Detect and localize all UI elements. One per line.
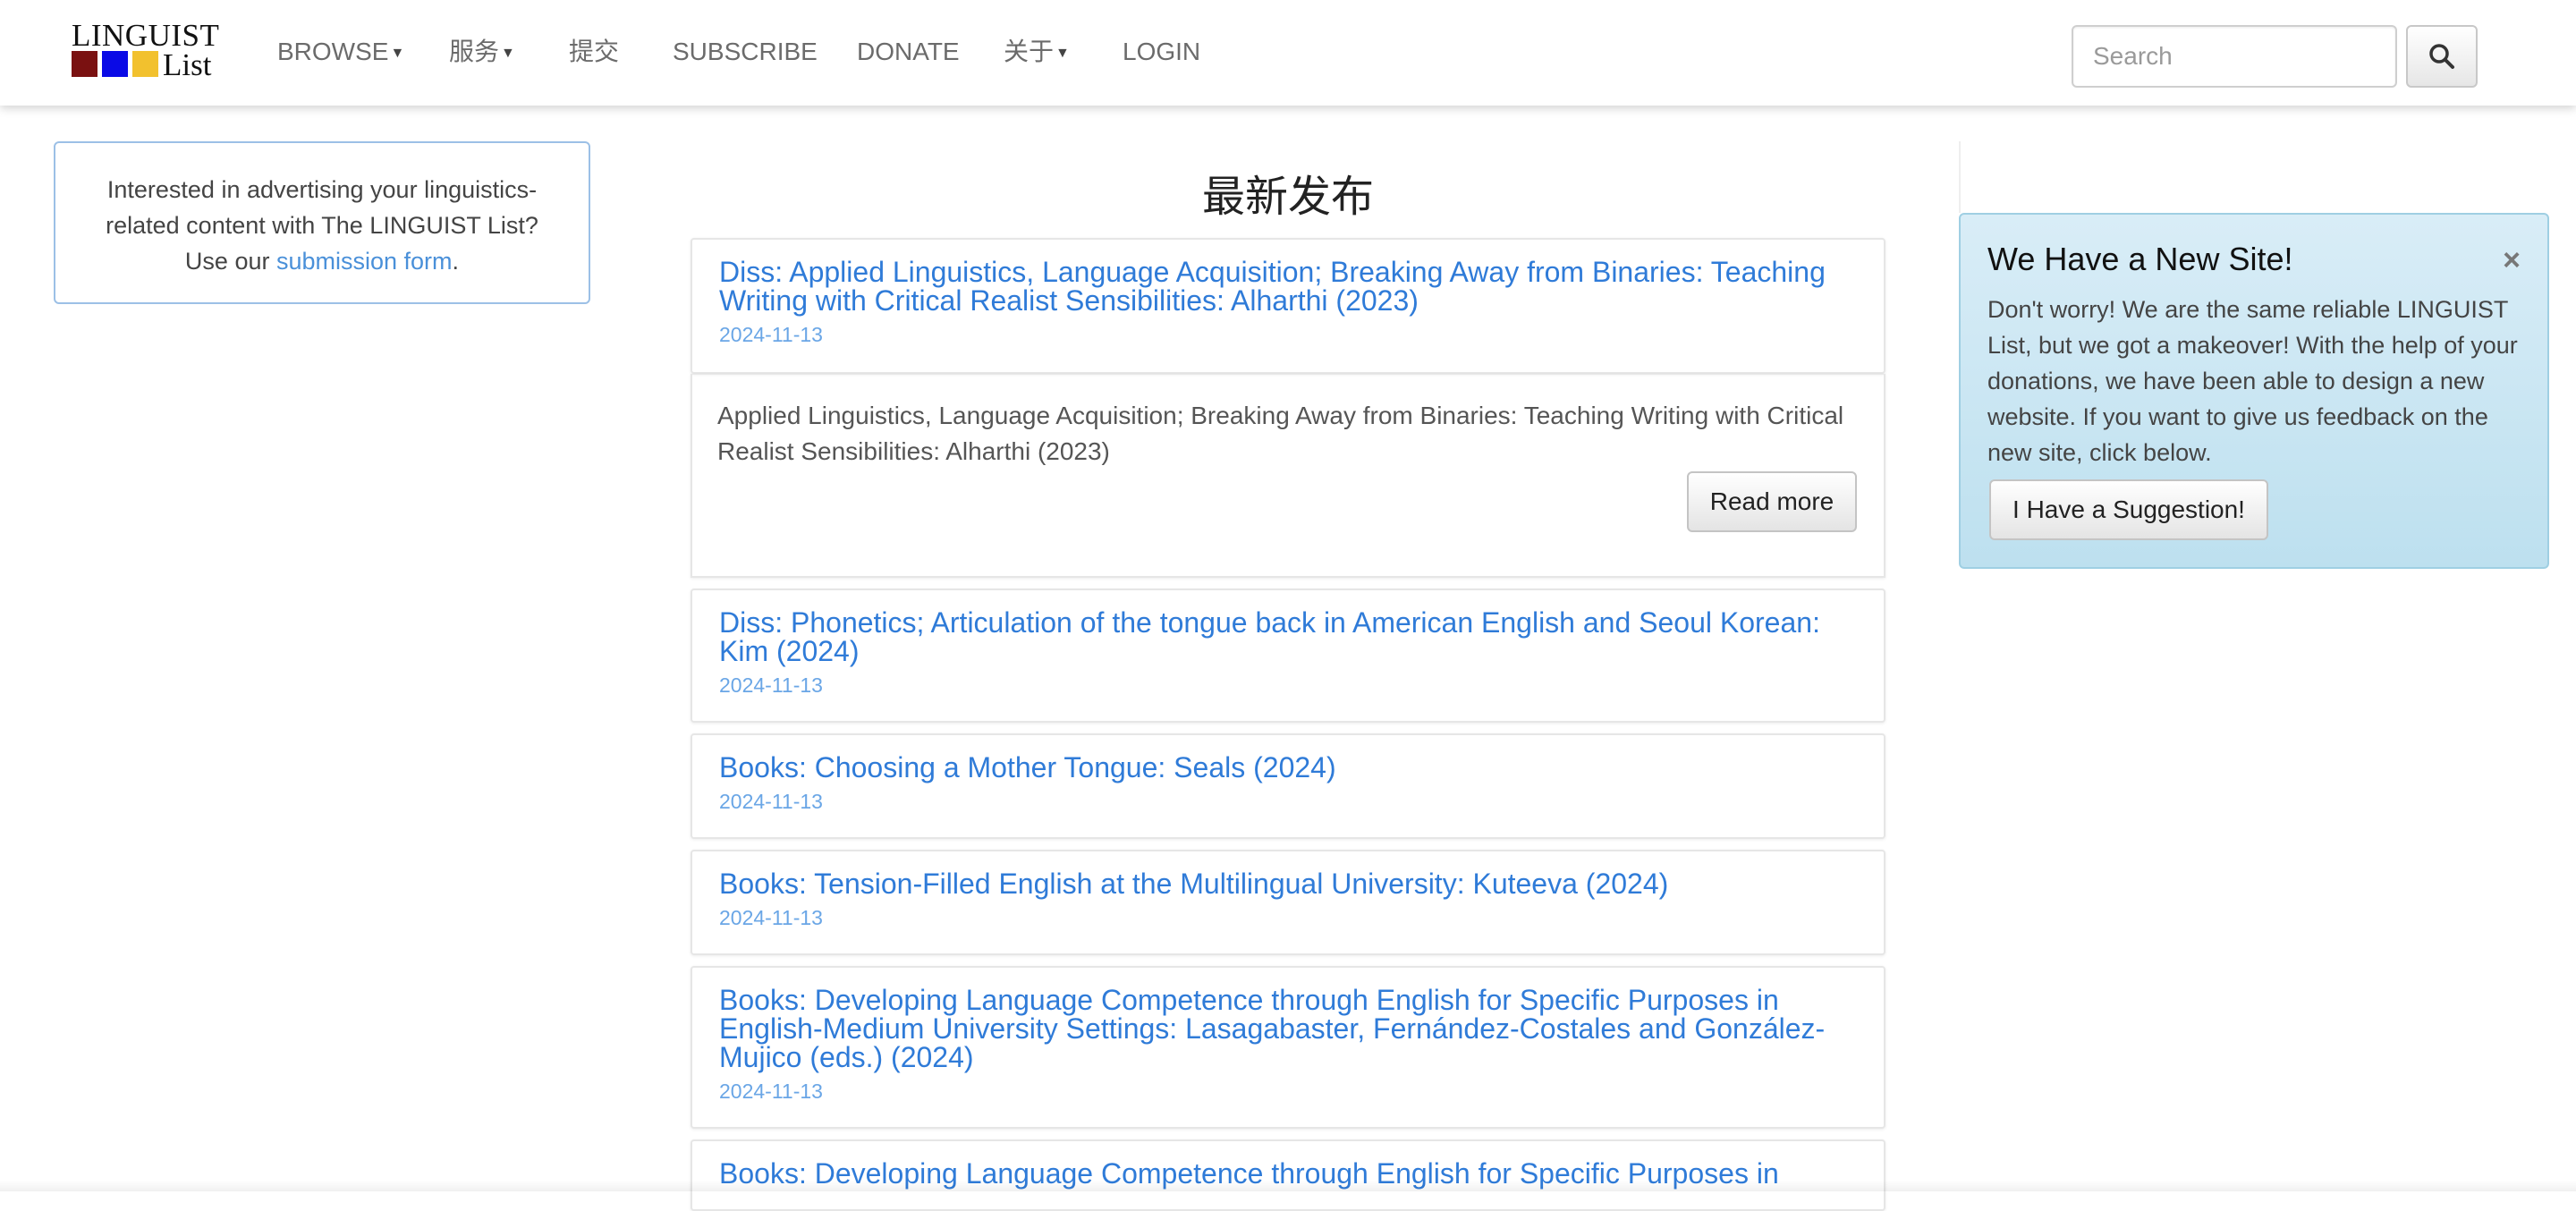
list-item: Books: Choosing a Mother Tongue: Seals (… (691, 733, 1885, 839)
nav-submit[interactable]: 提交 (569, 34, 619, 70)
caret-down-icon: ▼ (1055, 45, 1070, 61)
post-title-link[interactable]: Diss: Applied Linguistics, Language Acqu… (719, 258, 1857, 315)
suggestion-button[interactable]: I Have a Suggestion! (1989, 479, 2268, 540)
nav-donate-label: DONATE (857, 38, 960, 65)
top-navbar: LINGUIST List BROWSE ▼ 服务 ▼ 提交 SUBSCRIBE D… (0, 0, 2576, 106)
nav-browse-label: BROWSE (277, 38, 389, 65)
logo-text-list: List (163, 47, 212, 82)
alert-title: We Have a New Site! (1987, 241, 2293, 277)
post-date: 2024-11-13 (719, 1080, 823, 1103)
nav-browse[interactable]: BROWSE ▼ (277, 34, 404, 72)
nav-about[interactable]: 关于 ▼ (1004, 34, 1070, 72)
bottom-edge-shadow (0, 1181, 2576, 1191)
nav-subscribe[interactable]: SUBSCRIBE (673, 34, 818, 70)
post-title-link[interactable]: Books: Tension-Filled English at the Mul… (719, 869, 1857, 898)
post-title-link[interactable]: Diss: Phonetics; Articulation of the ton… (719, 608, 1857, 665)
search-button[interactable] (2406, 25, 2478, 88)
list-item: Books: Developing Language Competence th… (691, 966, 1885, 1129)
advertising-text-end: . (452, 248, 460, 275)
nav-services[interactable]: 服务 ▼ (449, 34, 515, 72)
submission-form-link[interactable]: submission form (276, 248, 453, 275)
logo-square-blue (102, 51, 128, 77)
logo-square-red (72, 51, 97, 77)
nav-services-label: 服务 (449, 38, 500, 65)
close-icon[interactable]: × (2503, 245, 2521, 275)
linguist-list-logo[interactable]: LINGUIST List (70, 20, 225, 82)
post-date: 2024-11-13 (719, 673, 823, 697)
nav-subscribe-label: SUBSCRIBE (673, 38, 818, 65)
nav-login-label: LOGIN (1123, 38, 1201, 65)
search-input[interactable] (2072, 25, 2397, 88)
post-summary-text: Applied Linguistics, Language Acquisitio… (717, 402, 1844, 465)
post-date: 2024-11-13 (719, 906, 823, 929)
featured-post-summary: Applied Linguistics, Language Acquisitio… (691, 374, 1885, 578)
nav-login[interactable]: LOGIN (1123, 34, 1200, 70)
post-title-link[interactable]: Books: Choosing a Mother Tongue: Seals (… (719, 753, 1857, 782)
list-item: Books: Tension-Filled English at the Mul… (691, 850, 1885, 955)
logo-square-yellow (132, 51, 158, 77)
nav-submit-label: 提交 (569, 38, 620, 65)
read-more-button[interactable]: Read more (1687, 471, 1857, 532)
nav-about-label: 关于 (1004, 38, 1055, 65)
new-site-alert: We Have a New Site! × Don't worry! We ar… (1959, 213, 2549, 569)
list-item: Diss: Phonetics; Articulation of the ton… (691, 589, 1885, 723)
alert-text: Don't worry! We are the same reliable LI… (1987, 296, 2518, 466)
featured-post-header: Diss: Applied Linguistics, Language Acqu… (691, 238, 1885, 374)
caret-down-icon: ▼ (501, 45, 515, 61)
post-date: 2024-11-13 (719, 790, 823, 813)
page-title: 最新发布 (1201, 172, 1374, 222)
post-title-link[interactable]: Books: Developing Language Competence th… (719, 986, 1857, 1071)
advertising-box: Interested in advertising your linguisti… (54, 141, 590, 304)
caret-down-icon: ▼ (390, 45, 405, 61)
search-icon (2429, 44, 2454, 69)
post-date: 2024-11-13 (719, 323, 823, 346)
column-divider (1959, 141, 1961, 213)
nav-donate[interactable]: DONATE (857, 34, 960, 70)
list-item: Books: Developing Language Competence th… (691, 1139, 1885, 1211)
